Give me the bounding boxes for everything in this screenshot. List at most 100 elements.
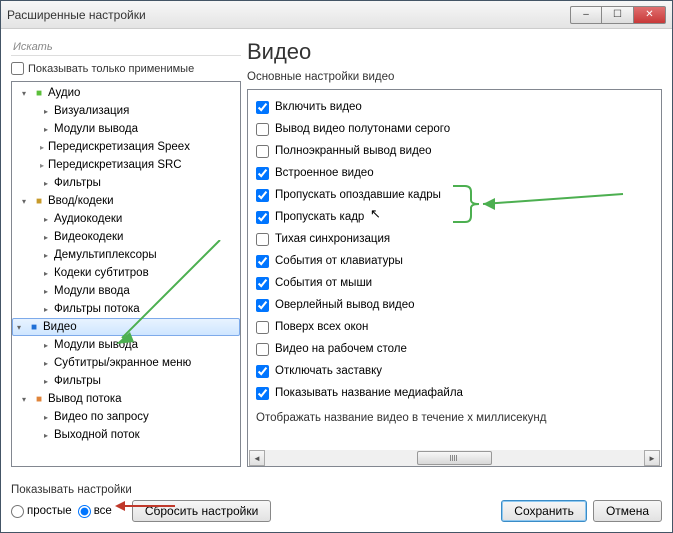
option-checkbox[interactable] <box>256 255 269 268</box>
tree-node[interactable]: ▸Выходной поток <box>12 426 240 444</box>
tree-label: Передискретизация SRC <box>48 159 182 171</box>
tree-label: Визуализация <box>54 105 129 117</box>
tree-node[interactable]: ▾■Видео <box>12 318 240 336</box>
collapse-icon[interactable]: ▾ <box>13 321 25 333</box>
tree-node[interactable]: ▸Фильтры потока <box>12 300 240 318</box>
left-panel: Искать Показывать только применимые ▾■Ау… <box>11 39 241 467</box>
option-checkbox[interactable] <box>256 145 269 158</box>
expand-icon[interactable]: ▸ <box>40 123 52 135</box>
option-checkbox[interactable] <box>256 299 269 312</box>
option-checkbox[interactable] <box>256 343 269 356</box>
scroll-thumb[interactable] <box>417 451 493 465</box>
option-checkbox[interactable] <box>256 277 269 290</box>
expand-icon[interactable]: ▸ <box>40 375 52 387</box>
option-checkbox[interactable] <box>256 233 269 246</box>
minimize-button[interactable]: – <box>570 6 602 24</box>
tree-node[interactable]: ▸Аудиокодеки <box>12 210 240 228</box>
tree-label: Видео по запросу <box>54 411 149 423</box>
tree-node[interactable]: ▸Субтитры/экранное меню <box>12 354 240 372</box>
expand-icon[interactable]: ▸ <box>40 357 52 369</box>
option-checkbox[interactable] <box>256 123 269 136</box>
collapse-icon[interactable]: ▾ <box>18 195 30 207</box>
option-checkbox[interactable] <box>256 365 269 378</box>
tree-node[interactable]: ▸Видео по запросу <box>12 408 240 426</box>
tree-node[interactable]: ▸Демультиплексоры <box>12 246 240 264</box>
only-applicable-checkbox[interactable]: Показывать только применимые <box>11 60 241 77</box>
expand-icon[interactable]: ▸ <box>40 177 52 189</box>
tree-node[interactable]: ▸Модули ввода <box>12 282 240 300</box>
show-simple-input[interactable] <box>11 505 24 518</box>
tree-node[interactable]: ▾■Вывод потока <box>12 390 240 408</box>
option-checkbox[interactable] <box>256 387 269 400</box>
expand-icon[interactable]: ▸ <box>40 105 52 117</box>
option-label: Отключать заставку <box>275 365 382 377</box>
only-applicable-input[interactable] <box>11 62 24 75</box>
close-button[interactable]: ✕ <box>634 6 666 24</box>
option-row[interactable]: Пропускать опоздавшие кадры <box>256 184 653 206</box>
option-row[interactable]: Показывать название медиафайла <box>256 382 653 404</box>
expand-icon[interactable]: ▸ <box>40 339 52 351</box>
expand-icon[interactable]: ▸ <box>40 213 52 225</box>
option-row[interactable]: Вывод видео полутонами серого <box>256 118 653 140</box>
chevron-right-icon: ▸ <box>40 161 44 170</box>
option-row[interactable]: Полноэкранный вывод видео <box>256 140 653 162</box>
collapse-icon[interactable]: ▾ <box>18 393 30 405</box>
expand-icon[interactable]: ▸ <box>40 285 52 297</box>
show-all-input[interactable] <box>78 505 91 518</box>
tree-node[interactable]: ▸Передискретизация Speex <box>12 138 240 156</box>
tree-node[interactable]: ▸Модули вывода <box>12 336 240 354</box>
tree-node[interactable]: ▸Модули вывода <box>12 120 240 138</box>
option-row[interactable]: Встроенное видео <box>256 162 653 184</box>
option-checkbox[interactable] <box>256 189 269 202</box>
option-row[interactable]: Включить видео <box>256 96 653 118</box>
tree-node[interactable]: ▸Фильтры <box>12 174 240 192</box>
show-all-radio[interactable]: все <box>78 505 112 518</box>
option-row[interactable]: Оверлейный вывод видео <box>256 294 653 316</box>
page-subtitle: Основные настройки видео <box>247 71 662 83</box>
option-label: Показывать название медиафайла <box>275 387 463 399</box>
display-title-hint: Отображать название видео в течение x ми… <box>256 412 653 424</box>
option-row[interactable]: Поверх всех окон <box>256 316 653 338</box>
chevron-right-icon: ▸ <box>40 143 44 152</box>
scroll-right-button[interactable]: ► <box>644 450 660 466</box>
horizontal-scrollbar[interactable]: ◄ ► <box>249 450 660 466</box>
collapse-icon[interactable]: ▾ <box>18 87 30 99</box>
reset-button[interactable]: Сбросить настройки <box>132 500 271 522</box>
tree-label: Демультиплексоры <box>54 249 157 261</box>
advanced-preferences-window: Расширенные настройки – ☐ ✕ Искать Показ… <box>0 0 673 533</box>
tree-node[interactable]: ▸Визуализация <box>12 102 240 120</box>
option-row[interactable]: Видео на рабочем столе <box>256 338 653 360</box>
search-input[interactable]: Искать <box>11 39 241 56</box>
tree-label: Ввод/кодеки <box>48 195 114 207</box>
option-checkbox[interactable] <box>256 321 269 334</box>
scroll-left-button[interactable]: ◄ <box>249 450 265 466</box>
expand-icon[interactable]: ▸ <box>40 429 52 441</box>
settings-tree[interactable]: ▾■Аудио▸Визуализация▸Модули вывода▸Перед… <box>11 81 241 467</box>
option-checkbox[interactable] <box>256 101 269 114</box>
scroll-track[interactable] <box>265 450 644 466</box>
maximize-button[interactable]: ☐ <box>602 6 634 24</box>
tree-label: Фильтры потока <box>54 303 140 315</box>
tree-node[interactable]: ▾■Ввод/кодеки <box>12 192 240 210</box>
tree-node[interactable]: ▸Видеокодеки <box>12 228 240 246</box>
option-row[interactable]: Тихая синхронизация <box>256 228 653 250</box>
tree-label: Выходной поток <box>54 429 140 441</box>
option-row[interactable]: Пропускать кадр <box>256 206 653 228</box>
expand-icon[interactable]: ▸ <box>40 249 52 261</box>
option-checkbox[interactable] <box>256 211 269 224</box>
expand-icon[interactable]: ▸ <box>40 231 52 243</box>
option-row[interactable]: События от мыши <box>256 272 653 294</box>
cancel-button[interactable]: Отмена <box>593 500 662 522</box>
option-row[interactable]: События от клавиатуры <box>256 250 653 272</box>
save-button[interactable]: Сохранить <box>501 500 587 522</box>
option-row[interactable]: Отключать заставку <box>256 360 653 382</box>
tree-node[interactable]: ▾■Аудио <box>12 84 240 102</box>
expand-icon[interactable]: ▸ <box>40 267 52 279</box>
option-checkbox[interactable] <box>256 167 269 180</box>
tree-node[interactable]: ▸Кодеки субтитров <box>12 264 240 282</box>
tree-node[interactable]: ▸Фильтры <box>12 372 240 390</box>
tree-node[interactable]: ▸ Передискретизация SRC <box>12 156 240 174</box>
expand-icon[interactable]: ▸ <box>40 303 52 315</box>
expand-icon[interactable]: ▸ <box>40 411 52 423</box>
show-simple-radio[interactable]: простые <box>11 505 72 518</box>
